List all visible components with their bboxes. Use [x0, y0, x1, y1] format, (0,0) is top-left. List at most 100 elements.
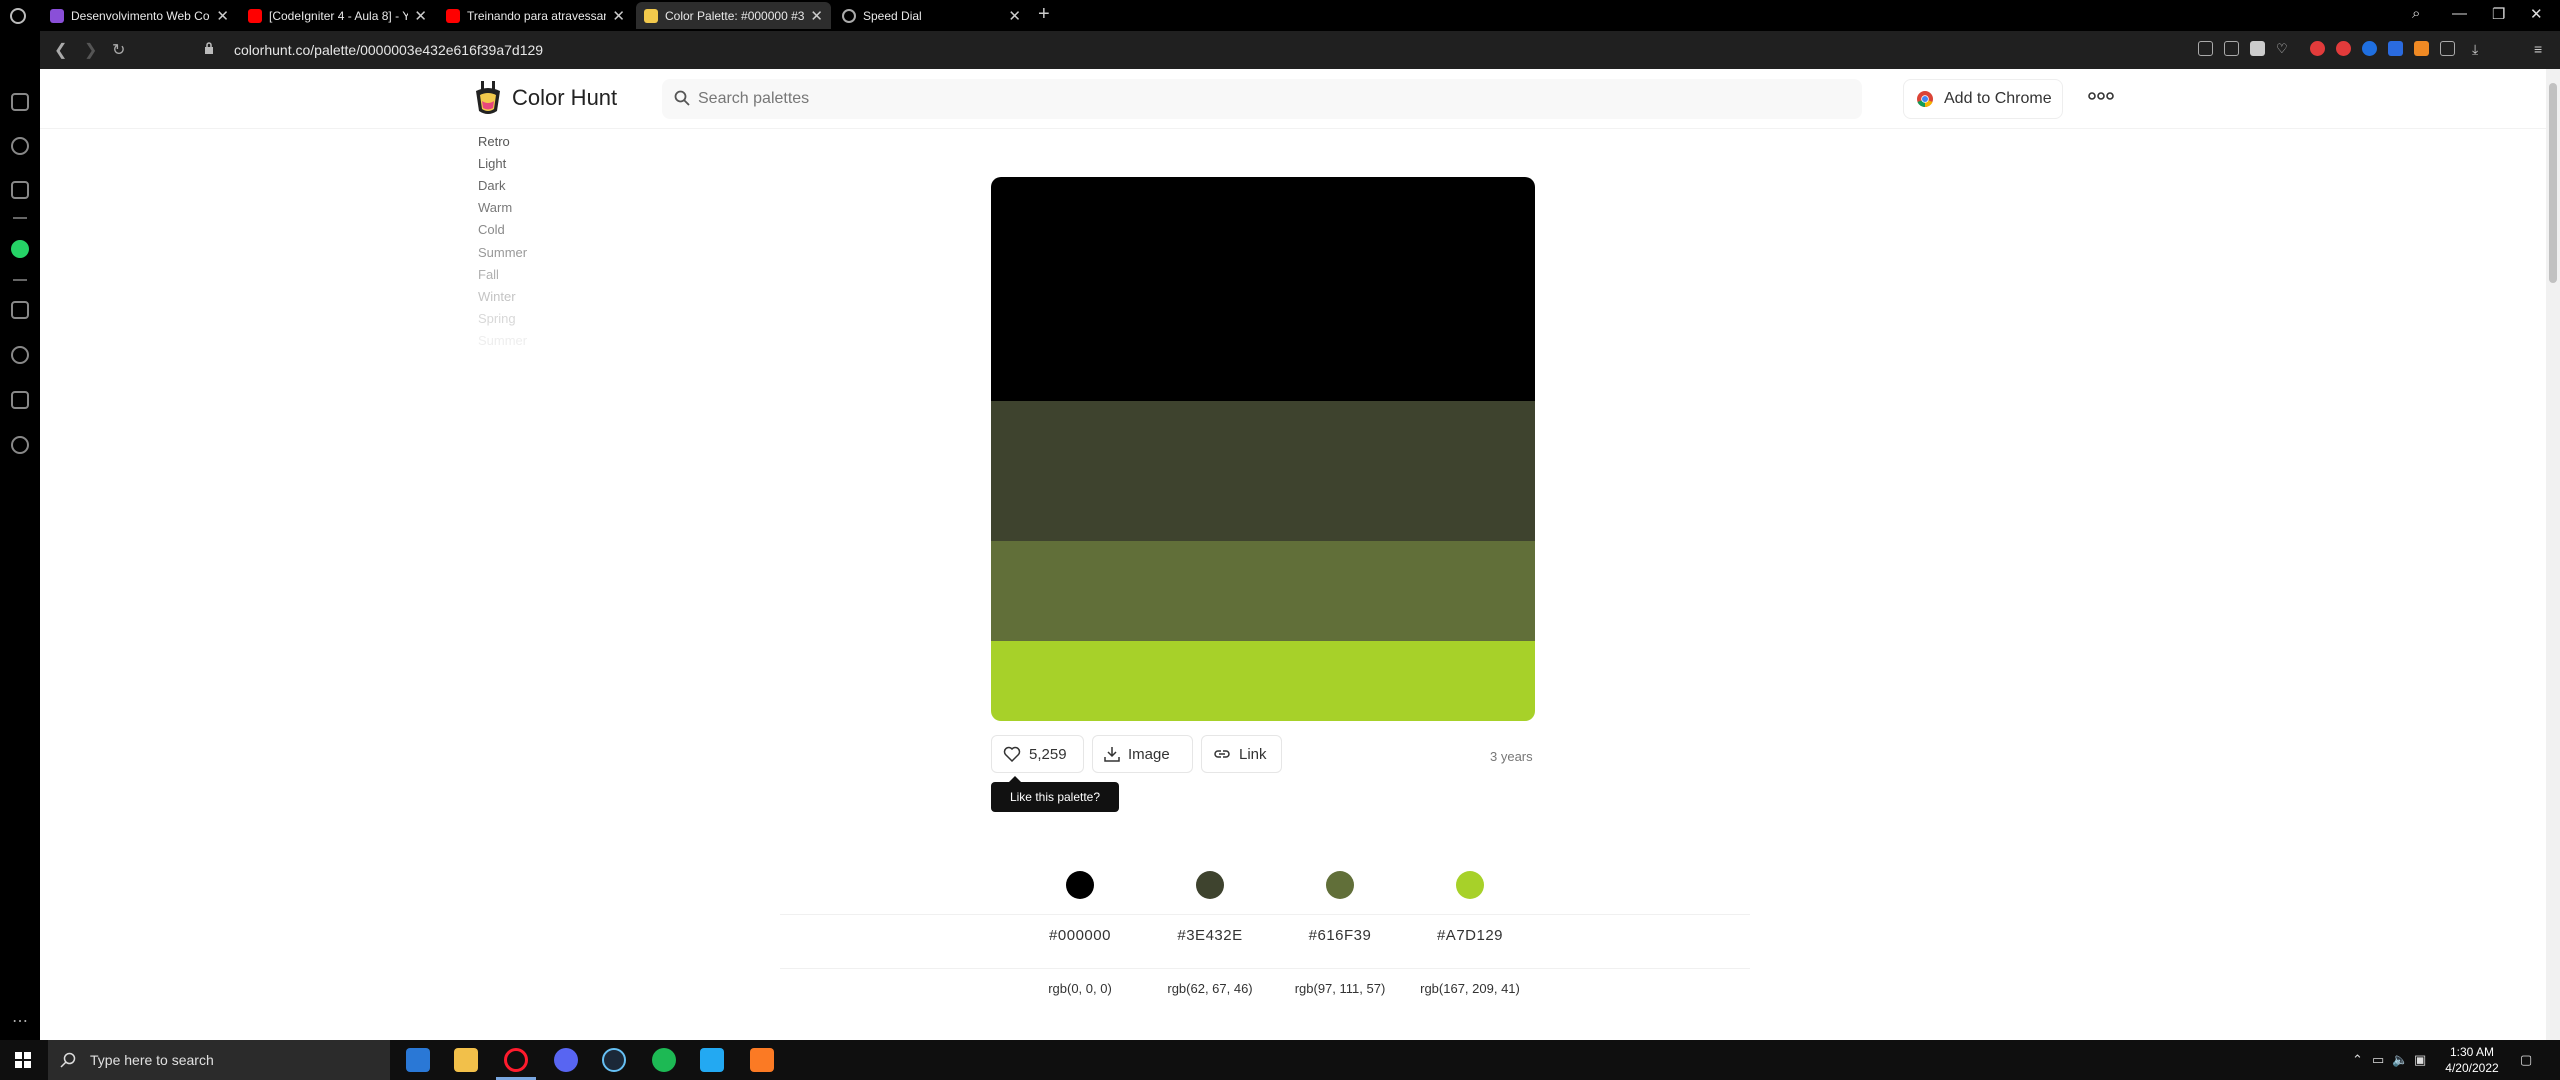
grid-icon[interactable]: [11, 301, 29, 319]
forward-icon[interactable]: ❯: [84, 40, 97, 60]
history-icon[interactable]: [11, 346, 29, 364]
opera-menu-icon[interactable]: [10, 8, 26, 24]
taskbar-search[interactable]: Type here to search: [48, 1040, 390, 1080]
heart-icon[interactable]: ♡: [2276, 41, 2291, 56]
tab-close-icon[interactable]: ✕: [414, 7, 427, 25]
download-image-button[interactable]: Image: [1092, 735, 1193, 773]
notifications-icon[interactable]: ▢: [2520, 1052, 2532, 1068]
windows-start-icon[interactable]: [15, 1052, 31, 1068]
rgb-code[interactable]: rgb(167, 209, 41): [1400, 981, 1540, 996]
steam-icon[interactable]: [602, 1048, 626, 1072]
tab-title: Speed Dial: [863, 8, 922, 23]
shield-icon[interactable]: [2250, 41, 2265, 56]
palette-swatch[interactable]: [991, 177, 1535, 401]
category-link[interactable]: Cold: [478, 222, 505, 237]
tab-treinando[interactable]: Treinando para atravessar o ✕: [438, 2, 633, 29]
back-icon[interactable]: ❮: [54, 40, 67, 60]
metamask-icon[interactable]: [2414, 41, 2429, 56]
hex-code[interactable]: #3E432E: [1150, 927, 1270, 944]
category-link[interactable]: Warm: [478, 200, 512, 215]
palette-swatch[interactable]: [991, 641, 1535, 721]
search-tabs-icon[interactable]: ⌕: [2412, 5, 2420, 22]
cube-icon[interactable]: [11, 391, 29, 409]
network-icon[interactable]: ▣: [2414, 1052, 2426, 1068]
hex-code[interactable]: #616F39: [1280, 927, 1400, 944]
opera-icon[interactable]: [504, 1048, 528, 1072]
restore-button[interactable]: ❐: [2492, 5, 2505, 23]
color-dot[interactable]: [1456, 871, 1484, 899]
page-scrollbar[interactable]: [2546, 69, 2560, 1040]
palette-swatch[interactable]: [991, 541, 1535, 641]
category-link[interactable]: Retro: [478, 134, 510, 149]
tab-desenvolvimento-web[interactable]: Desenvolvimento Web Com ✕: [42, 2, 237, 29]
mail-icon[interactable]: [406, 1048, 430, 1072]
menu-icon[interactable]: ≡: [2534, 41, 2549, 57]
spotify-icon[interactable]: [652, 1048, 676, 1072]
category-link[interactable]: Summer: [478, 245, 527, 260]
palette-swatch[interactable]: [991, 401, 1535, 541]
search-icon: [60, 1052, 76, 1068]
rgb-code[interactable]: rgb(0, 0, 0): [1010, 981, 1150, 996]
new-tab-button[interactable]: +: [1038, 3, 1050, 26]
camera-icon[interactable]: [2224, 41, 2239, 56]
snapshot-icon[interactable]: [2198, 41, 2213, 56]
tab-close-icon[interactable]: ✕: [612, 7, 625, 25]
tab-close-icon[interactable]: ✕: [1008, 7, 1021, 25]
tab-close-icon[interactable]: ✕: [810, 7, 823, 25]
category-link[interactable]: Dark: [478, 178, 505, 193]
tray-device-icon[interactable]: ▭: [2372, 1052, 2384, 1068]
color-hunt-logo-icon[interactable]: [472, 81, 504, 117]
category-link[interactable]: Winter: [478, 289, 516, 304]
close-window-button[interactable]: ✕: [2530, 5, 2543, 23]
reload-icon[interactable]: ↻: [112, 40, 125, 60]
rgb-code[interactable]: rgb(97, 111, 57): [1270, 981, 1410, 996]
tab-speed-dial[interactable]: Speed Dial ✕: [834, 2, 1029, 29]
hex-code[interactable]: #000000: [1020, 927, 1140, 944]
speed-icon[interactable]: [11, 137, 29, 155]
vscode-icon[interactable]: [700, 1048, 724, 1072]
category-link[interactable]: Spring: [478, 311, 516, 326]
tab-codeigniter[interactable]: [CodeIgniter 4 - Aula 8] - Y ✕: [240, 2, 435, 29]
xampp-icon[interactable]: [750, 1048, 774, 1072]
shazam-icon[interactable]: [2362, 41, 2377, 56]
category-link[interactable]: Light: [478, 156, 506, 171]
more-icon[interactable]: ⋯: [12, 1011, 28, 1031]
file-explorer-icon[interactable]: [454, 1048, 478, 1072]
settings-icon[interactable]: [11, 436, 29, 454]
category-link[interactable]: Summer: [478, 333, 527, 348]
download-icon: [1104, 747, 1120, 762]
tab-close-icon[interactable]: ✕: [216, 7, 229, 25]
bag-icon[interactable]: [11, 181, 29, 199]
adblock-icon[interactable]: [2336, 41, 2351, 56]
site-logo-text[interactable]: Color Hunt: [512, 85, 617, 111]
whatsapp-icon[interactable]: [11, 240, 29, 258]
like-button[interactable]: 5,259: [991, 735, 1084, 773]
rgb-code[interactable]: rgb(62, 67, 46): [1140, 981, 1280, 996]
translate-icon[interactable]: [2388, 41, 2403, 56]
hex-code[interactable]: #A7D129: [1410, 927, 1530, 944]
palette-preview[interactable]: [991, 177, 1535, 721]
more-options-icon[interactable]: [2088, 89, 2114, 103]
minimize-button[interactable]: —: [2452, 5, 2467, 22]
taskbar-clock[interactable]: 1:30 AM 4/20/2022: [2442, 1044, 2502, 1076]
cube-icon[interactable]: [2440, 41, 2455, 56]
category-link[interactable]: Fall: [478, 267, 499, 282]
discord-icon[interactable]: [554, 1048, 578, 1072]
copy-link-button[interactable]: Link: [1201, 735, 1282, 773]
color-dot[interactable]: [1326, 871, 1354, 899]
search-input[interactable]: [698, 87, 1798, 111]
color-dot[interactable]: [1196, 871, 1224, 899]
tab-title: [CodeIgniter 4 - Aula 8] - Y: [269, 8, 409, 23]
add-to-chrome-button[interactable]: Add to Chrome: [1903, 79, 2063, 119]
download-icon[interactable]: ⤓: [2472, 41, 2487, 57]
volume-icon[interactable]: 🔈: [2392, 1052, 2408, 1068]
color-dot[interactable]: [1066, 871, 1094, 899]
tray-chevron-icon[interactable]: ⌃: [2352, 1052, 2363, 1068]
tab-color-palette[interactable]: Color Palette: #000000 #3E ✕: [636, 2, 831, 29]
address-bar: ❮ ❯ ↻ colorhunt.co/palette/0000003e432e6…: [40, 31, 2560, 69]
url-field[interactable]: colorhunt.co/palette/0000003e432e616f39a…: [234, 42, 543, 58]
scrollbar-thumb[interactable]: [2549, 83, 2557, 283]
gamepad-icon[interactable]: [11, 93, 29, 111]
clock-date: 4/20/2022: [2445, 1061, 2499, 1075]
adblock-plus-icon[interactable]: [2310, 41, 2325, 56]
